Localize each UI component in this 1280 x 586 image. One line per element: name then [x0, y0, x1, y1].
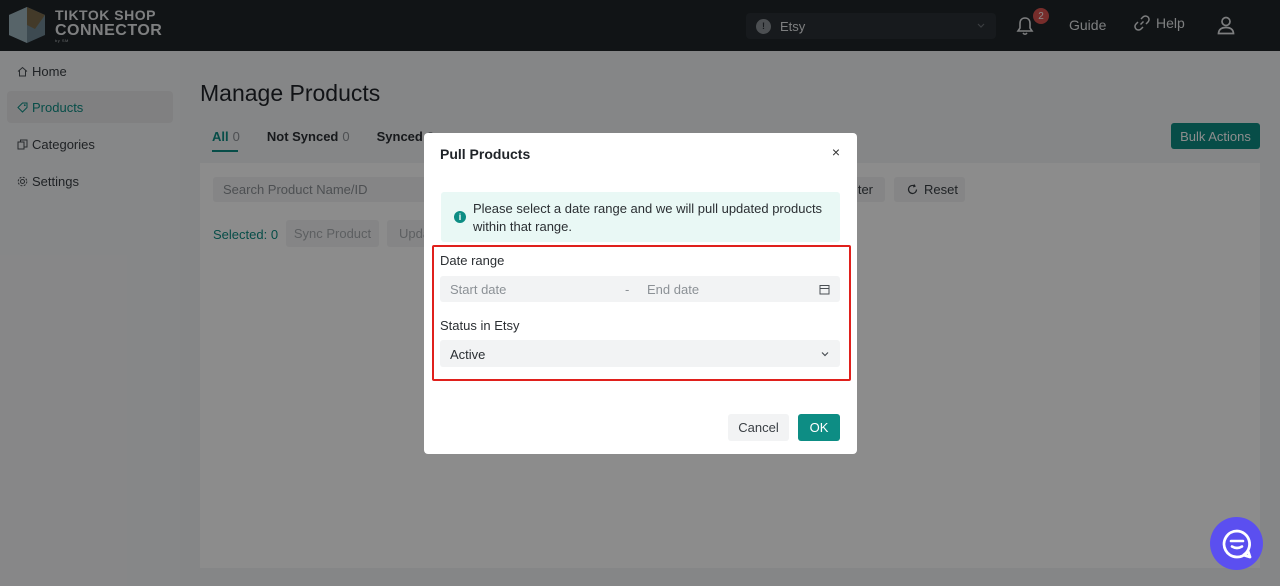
- cancel-button[interactable]: Cancel: [728, 414, 789, 441]
- dialog-title: Pull Products: [440, 146, 531, 162]
- chat-icon: [1222, 529, 1251, 558]
- info-icon: i: [454, 211, 466, 223]
- close-icon[interactable]: ×: [829, 145, 843, 159]
- ok-button[interactable]: OK: [798, 414, 840, 441]
- info-text: Please select a date range and we will p…: [473, 201, 823, 234]
- chat-button[interactable]: [1210, 517, 1263, 570]
- highlight-box: [432, 245, 851, 381]
- info-alert: i Please select a date range and we will…: [441, 192, 840, 242]
